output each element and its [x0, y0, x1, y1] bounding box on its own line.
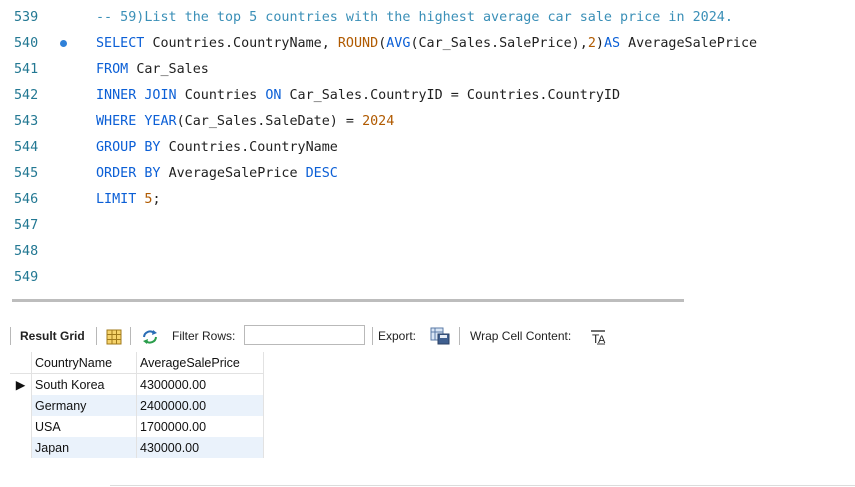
code-line[interactable]: 545 ORDER BY AverageSalePrice DESC	[0, 161, 855, 187]
line-number: 542	[14, 88, 39, 103]
table-row[interactable]: Japan 430000.00	[10, 437, 264, 458]
cell-country-name[interactable]: Germany	[31, 395, 137, 416]
line-number: 545	[14, 166, 39, 181]
code-token: ROUND	[337, 36, 379, 51]
line-number: 547	[14, 218, 39, 233]
code-token: GROUP BY	[96, 140, 169, 155]
code-line[interactable]: 541 FROM Car_Sales	[0, 57, 855, 83]
cell-average-sale-price[interactable]: 2400000.00	[136, 395, 264, 416]
row-header-corner	[10, 352, 32, 374]
wrap-icon[interactable]: T A	[590, 328, 606, 346]
result-toolbar: Result Grid Filter Rows: Export: Wrap Ce…	[0, 323, 855, 349]
code-line[interactable]: 542 INNER JOIN Countries ON Car_Sales.Cou…	[0, 83, 855, 109]
wrap-cell-content-label: Wrap Cell Content:	[470, 329, 572, 343]
code-token: INNER JOIN	[96, 88, 185, 103]
filter-rows-label: Filter Rows:	[172, 329, 236, 343]
line-number: 549	[14, 270, 39, 285]
table-row[interactable]: Germany 2400000.00	[10, 395, 264, 416]
code-token: Countries.CountryName	[168, 140, 338, 155]
cell-average-sale-price[interactable]: 4300000.00	[136, 373, 264, 395]
toolbar-separator	[130, 327, 131, 345]
toolbar-separator	[372, 327, 373, 345]
code-line[interactable]: 546 LIMIT 5;	[0, 187, 855, 213]
code-token: ;	[152, 192, 161, 207]
code-text[interactable]: WHERE YEAR(Car_Sales.SaleDate) = 2024	[96, 109, 394, 135]
cell-country-name[interactable]: South Korea	[31, 373, 137, 395]
code-token: YEAR	[144, 114, 177, 129]
cell-average-sale-price[interactable]: 1700000.00	[136, 416, 264, 437]
code-text[interactable]: LIMIT 5;	[96, 187, 161, 213]
code-token: Car_Sales	[136, 62, 209, 77]
code-token: AVG	[386, 36, 411, 51]
line-number: 540	[14, 36, 39, 51]
column-header[interactable]: CountryName	[31, 352, 137, 374]
code-token: -- 59)List the top 5 countries with the …	[96, 10, 733, 25]
row-header	[10, 395, 32, 416]
code-token: LIMIT	[96, 192, 145, 207]
code-text[interactable]: SELECT Countries.CountryName, ROUND(AVG(…	[96, 31, 757, 57]
code-token: (Car_Sales.SaleDate) =	[176, 114, 363, 129]
code-token: AverageSalePrice	[628, 36, 758, 51]
code-token: Countries	[184, 88, 266, 103]
code-token: 2024	[362, 114, 395, 129]
toolbar-separator	[10, 327, 11, 345]
refresh-icon[interactable]	[141, 328, 159, 344]
column-header[interactable]: AverageSalePrice	[136, 352, 264, 374]
grid-icon[interactable]	[106, 328, 122, 345]
table-row[interactable]: USA 1700000.00	[10, 416, 264, 437]
table-row[interactable]: ▶ South Korea 4300000.00	[10, 373, 264, 395]
line-number: 541	[14, 62, 39, 77]
code-token: Countries.CountryName,	[152, 36, 338, 51]
line-number: 543	[14, 114, 39, 129]
svg-text:A: A	[598, 334, 606, 345]
export-label: Export:	[378, 329, 417, 343]
code-text[interactable]: ORDER BY AverageSalePrice DESC	[96, 161, 338, 187]
code-text[interactable]: -- 59)List the top 5 countries with the …	[96, 5, 733, 31]
cell-country-name[interactable]: USA	[31, 416, 137, 437]
divider	[110, 485, 855, 486]
code-token: FROM	[96, 62, 137, 77]
filter-rows-input[interactable]	[244, 325, 365, 345]
code-token: ON	[265, 88, 290, 103]
horizontal-scrollbar[interactable]	[12, 299, 684, 302]
code-token: Car_Sales.CountryID = Countries.CountryI…	[289, 88, 621, 103]
code-token: SELECT	[96, 36, 153, 51]
code-line[interactable]: 544 GROUP BY Countries.CountryName	[0, 135, 855, 161]
result-grid-tab[interactable]: Result Grid	[20, 323, 85, 349]
line-number: 539	[14, 10, 39, 25]
code-line[interactable]: 549	[0, 265, 855, 291]
toolbar-separator	[96, 327, 97, 345]
current-statement-marker	[60, 40, 67, 47]
current-row-marker: ▶	[10, 373, 32, 395]
code-token: (Car_Sales.SalePrice),	[410, 36, 588, 51]
code-token: ORDER BY	[96, 166, 169, 181]
code-line[interactable]: 539 -- 59)List the top 5 countries with t…	[0, 5, 855, 31]
code-token: DESC	[305, 166, 338, 181]
code-text[interactable]: FROM Car_Sales	[96, 57, 209, 83]
export-icon[interactable]	[430, 327, 450, 345]
toolbar-separator	[459, 327, 460, 345]
code-line[interactable]: 540 SELECT Countries.CountryName, ROUND(A…	[0, 31, 855, 57]
line-number: 544	[14, 140, 39, 155]
sql-editor[interactable]: 539 -- 59)List the top 5 countries with t…	[0, 0, 855, 294]
code-line[interactable]: 543 WHERE YEAR(Car_Sales.SaleDate) = 2024	[0, 109, 855, 135]
result-grid[interactable]: CountryName AverageSalePrice ▶ South Kor…	[10, 352, 264, 458]
code-token: AverageSalePrice	[168, 166, 306, 181]
code-token: AS	[603, 36, 629, 51]
cell-country-name[interactable]: Japan	[31, 437, 137, 458]
code-token: 2	[587, 36, 596, 51]
line-number: 546	[14, 192, 39, 207]
line-number: 548	[14, 244, 39, 259]
code-line[interactable]: 547	[0, 213, 855, 239]
row-header	[10, 416, 32, 437]
cell-average-sale-price[interactable]: 430000.00	[136, 437, 264, 458]
row-header	[10, 437, 32, 458]
code-token: WHERE	[96, 114, 145, 129]
code-line[interactable]: 548	[0, 239, 855, 265]
code-token: )	[595, 36, 604, 51]
code-text[interactable]: GROUP BY Countries.CountryName	[96, 135, 338, 161]
code-text[interactable]: INNER JOIN Countries ON Car_Sales.Countr…	[96, 83, 620, 109]
